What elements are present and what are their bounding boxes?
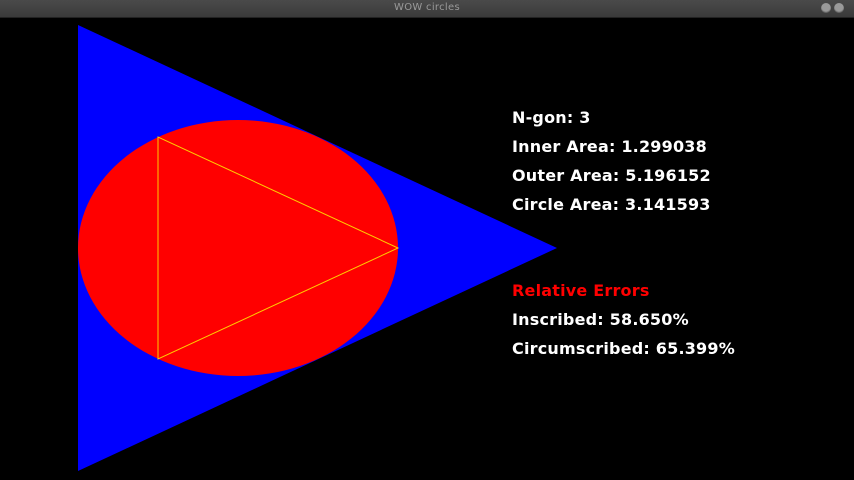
- outer-area-label: Outer Area: 5.196152: [512, 166, 711, 185]
- drawing-canvas: N-gon: 3 Inner Area: 1.299038 Outer Area…: [0, 18, 854, 480]
- circumscribed-error-label: Circumscribed: 65.399%: [512, 339, 735, 358]
- ngon-label: N-gon: 3: [512, 108, 591, 127]
- minimize-button[interactable]: [821, 3, 831, 13]
- close-button[interactable]: [834, 3, 844, 13]
- geometry-figure: [78, 25, 557, 471]
- relative-errors-heading: Relative Errors: [512, 281, 650, 300]
- circle-area-label: Circle Area: 3.141593: [512, 195, 711, 214]
- inner-area-label: Inner Area: 1.299038: [512, 137, 707, 156]
- inscribed-error-label: Inscribed: 58.650%: [512, 310, 689, 329]
- unit-circle: [78, 120, 398, 376]
- title-bar[interactable]: WOW circles: [0, 0, 854, 18]
- app-window: WOW circles N-gon: 3 Inner Area: 1.29903…: [0, 0, 854, 480]
- window-title: WOW circles: [394, 2, 460, 13]
